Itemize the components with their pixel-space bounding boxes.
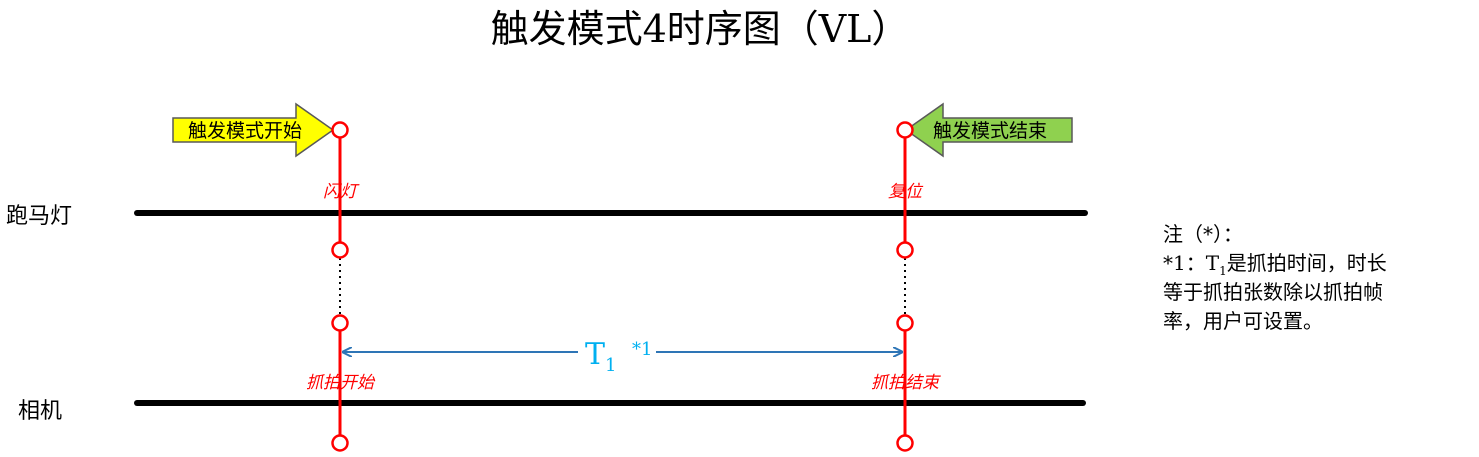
trigger-end-arrow: 触发模式结束 <box>904 102 1073 158</box>
t1-letter: T <box>585 337 605 372</box>
capture-end-label: 抓拍结束 <box>871 373 941 393</box>
note-line-1-prefix: *1：T <box>1163 251 1220 275</box>
footnote-note: 注（*）： *1：T1是抓拍时间，时长 等于抓拍张数除以抓拍帧 率，用户可设置。 <box>1163 220 1475 336</box>
note-line-1-suffix: 是抓拍时间，时长 <box>1226 251 1387 275</box>
page-title: 触发模式4时序图（VL） <box>491 7 910 51</box>
marker-circle <box>331 434 349 452</box>
marker-circle <box>331 121 349 139</box>
trigger-start-arrow: 触发模式开始 <box>172 102 335 158</box>
note-line-1-subscript: 1 <box>1219 264 1227 278</box>
flash-event-label: 闪灯 <box>323 182 360 202</box>
marker-circle <box>331 314 349 332</box>
trigger-end-label: 触发模式结束 <box>933 120 1047 142</box>
note-line-3: 率，用户可设置。 <box>1163 309 1323 333</box>
note-heading: 注（*）： <box>1163 222 1243 246</box>
capture-start-label: 抓拍开始 <box>306 373 376 393</box>
camera-row-label: 相机 <box>18 399 62 424</box>
marker-circle <box>896 241 914 259</box>
marker-circle <box>896 121 914 139</box>
note-line-2: 等于抓拍张数除以抓拍帧 <box>1163 280 1383 304</box>
marker-circle <box>896 434 914 452</box>
t1-subscript: 1 <box>605 355 616 376</box>
trigger-start-label: 触发模式开始 <box>188 120 302 142</box>
marquee-row-label: 跑马灯 <box>6 204 72 229</box>
t1-symbol: T1 <box>585 337 616 376</box>
marker-circle <box>896 314 914 332</box>
marker-circle <box>331 241 349 259</box>
note-line-1: *1：T1是抓拍时间，时长 <box>1163 249 1475 278</box>
t1-footnote-mark: *1 <box>632 339 652 360</box>
t1-interval: T1 *1 <box>343 337 902 376</box>
reset-event-label: 复位 <box>888 182 924 202</box>
